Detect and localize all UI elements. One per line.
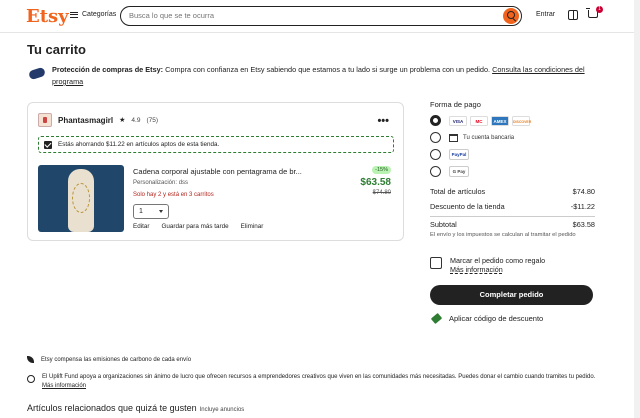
star-icon: ★ [119, 117, 126, 124]
stock-warning: Solo hay 2 y está en 3 carritos [133, 192, 214, 198]
visa-icon: VISA [449, 115, 467, 126]
shop-cart-card: Phantasmagirl ★ 4.9 (75) ••• Estás ahorr… [27, 102, 404, 241]
related-heading: Artículos relacionados que quizá te gust… [27, 403, 244, 413]
chain-shape [72, 183, 90, 213]
google-pay-icon: G Pay [449, 166, 469, 177]
items-total-value: $74.80 [572, 187, 595, 196]
payment-option-bank[interactable]: Tu cuenta bancaria [430, 132, 590, 143]
shop-discount-label: Descuento de la tienda [430, 202, 505, 211]
protection-body: Compra con confianza en Etsy sabiendo qu… [163, 65, 493, 74]
search-bar [120, 6, 522, 26]
subtotal-value: $63.58 [572, 220, 595, 229]
search-icon[interactable] [503, 8, 519, 24]
subtotal-label: Subtotal [430, 220, 457, 229]
edit-button[interactable]: Editar [133, 223, 149, 230]
coupon-label: Aplicar código de descuento [449, 314, 544, 323]
items-total-row: Total de artículos $74.80 [430, 187, 595, 196]
gift-more-info-link[interactable]: Más información [450, 265, 545, 274]
product-title[interactable]: Cadena corporal ajustable con pentagrama… [133, 167, 302, 176]
more-options-icon[interactable]: ••• [377, 115, 389, 127]
subtotal-row: Subtotal $63.58 [430, 220, 595, 229]
related-title: Artículos relacionados que quizá te gust… [27, 403, 197, 413]
remove-button[interactable]: Eliminar [241, 223, 264, 230]
radio-icon[interactable] [430, 149, 441, 160]
coupon-link[interactable]: Aplicar código de descuento [430, 312, 544, 325]
radio-icon[interactable] [430, 132, 441, 143]
radio-icon[interactable] [430, 166, 441, 177]
items-total-label: Total de artículos [430, 187, 486, 196]
uplift-icon [27, 375, 35, 383]
payment-section: Forma de pago VISA MC AMEX DISCOVER Tu cuen… [430, 100, 595, 177]
signin-link[interactable]: Entrar [536, 11, 555, 18]
quantity-select[interactable]: 1 [133, 204, 169, 219]
gift-label: Marcar el pedido como regalo [450, 256, 546, 265]
categories-button[interactable]: Categorías [70, 11, 116, 18]
discount-badge: -15% [372, 166, 391, 174]
savings-banner: Estás ahorrando $11.22 en artículos apto… [38, 136, 394, 153]
paypal-icon: PayPal [449, 149, 469, 160]
shop-reviews: (75) [146, 116, 159, 124]
payment-option-gpay[interactable]: G Pay [430, 166, 590, 177]
checkbox-checked-icon[interactable] [44, 140, 52, 149]
uplift-more-info-link[interactable]: Más información [42, 383, 86, 389]
related-ads-note[interactable]: Incluye anuncios [200, 407, 245, 413]
uplift-text-wrap: El Uplift Fund apoya a organizaciones si… [42, 373, 602, 391]
amex-icon: AMEX [491, 115, 509, 126]
etsy-logo[interactable]: Etsy [26, 6, 69, 27]
menu-icon [70, 11, 78, 18]
bank-label: Tu cuenta bancaria [463, 134, 515, 141]
bank-icon [449, 133, 458, 142]
shop-discount-row: Descuento de la tienda -$11.22 [430, 202, 595, 211]
gift-checkbox[interactable] [430, 257, 442, 269]
tag-icon [430, 312, 443, 325]
purchase-protection-banner: Protección de compras de Etsy: Compra co… [28, 64, 608, 88]
discover-icon: DISCOVER [512, 115, 531, 126]
radio-selected-icon[interactable] [430, 115, 441, 126]
protection-text: Protección de compras de Etsy: Compra co… [52, 64, 608, 88]
top-bar: Etsy Categorías Entrar 1 [0, 0, 640, 33]
uplift-note: El Uplift Fund apoya a organizaciones si… [27, 373, 602, 391]
checkout-button[interactable]: Completar pedido [430, 285, 593, 305]
page-title: Tu carrito [27, 42, 86, 57]
protection-bold: Protección de compras de Etsy: [52, 65, 164, 74]
payment-option-paypal[interactable]: PayPal [430, 149, 590, 160]
shop-name[interactable]: Phantasmagirl [58, 116, 113, 125]
savings-text: Estás ahorrando $11.22 en artículos apto… [58, 141, 220, 148]
mastercard-icon: MC [470, 115, 488, 126]
leaf-icon [27, 356, 34, 363]
product-personalization: Personalización: dss [133, 180, 189, 186]
gift-option[interactable]: Marcar el pedido como regalo Más informa… [430, 256, 545, 274]
item-price: $63.58 [360, 177, 391, 188]
shop-rating: 4.9 [131, 116, 141, 124]
uplift-text: El Uplift Fund apoya a organizaciones si… [42, 374, 596, 380]
payment-title: Forma de pago [430, 100, 481, 109]
divider [430, 216, 595, 217]
item-old-price: $74.80 [372, 190, 391, 196]
payment-option-card[interactable]: VISA MC AMEX DISCOVER [430, 115, 590, 126]
product-image[interactable] [38, 165, 124, 232]
carbon-note: Etsy compensa las emisiones de carbono d… [27, 356, 191, 363]
search-input[interactable] [121, 7, 491, 24]
shop-avatar[interactable] [38, 113, 52, 127]
gift-icon[interactable] [568, 10, 578, 20]
scrollbar[interactable] [634, 0, 640, 418]
categories-label: Categorías [82, 11, 117, 18]
tax-note: El envío y los impuestos se calculan al … [430, 232, 576, 238]
shop-discount-value: -$11.22 [570, 202, 595, 211]
item-actions: Editar Guardar para más tarde Eliminar [133, 223, 263, 230]
save-for-later-button[interactable]: Guardar para más tarde [161, 223, 228, 230]
carbon-text: Etsy compensa las emisiones de carbono d… [41, 356, 192, 363]
handshake-icon [28, 64, 46, 82]
cart-count-badge: 1 [596, 6, 603, 13]
shop-header: Phantasmagirl ★ 4.9 (75) [38, 113, 158, 127]
